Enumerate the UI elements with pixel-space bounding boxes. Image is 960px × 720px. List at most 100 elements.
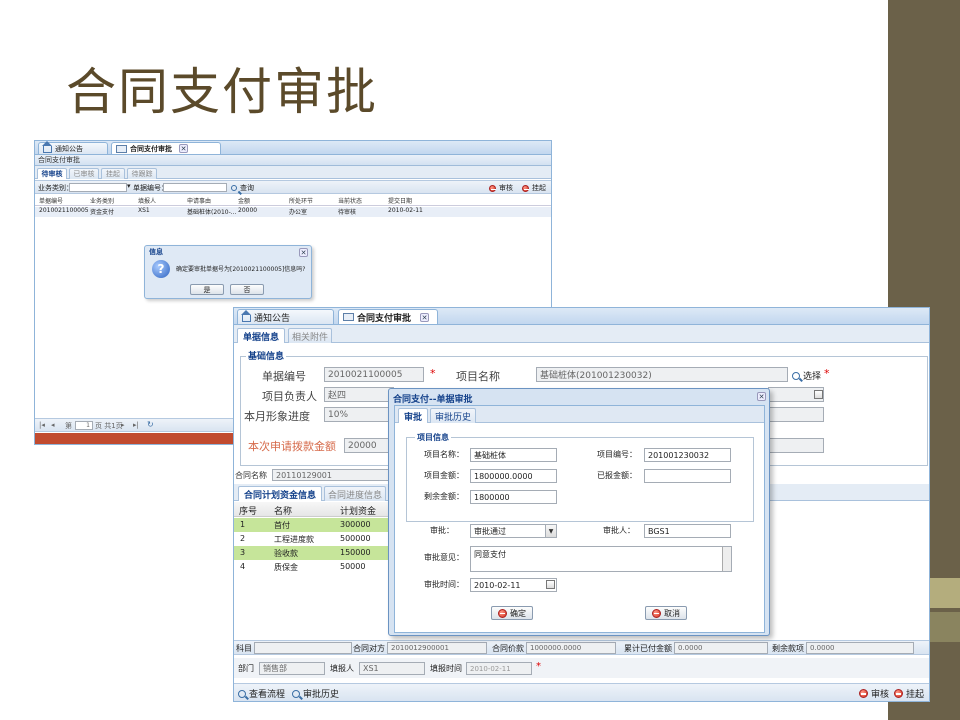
suspend-icon <box>894 689 903 698</box>
cancel-button[interactable]: 取消 <box>645 606 687 620</box>
tab-approve[interactable]: 审批 <box>398 408 428 423</box>
tab-progress-info[interactable]: 合同进度信息 <box>324 486 386 501</box>
calendar-icon[interactable] <box>814 390 823 399</box>
approve-button[interactable]: 审核 <box>489 183 513 193</box>
contract-name-field: 20110129001 <box>272 469 390 481</box>
table-row[interactable]: 1 首付 300000 <box>234 518 389 532</box>
dialog-tab-strip: 审批 审批历史 <box>395 406 764 423</box>
summary-bar: 科目 合同对方 2010012900001 合同价款 1000000.0000 … <box>234 640 929 655</box>
home-icon <box>42 141 52 153</box>
slide-title: 合同支付审批 <box>66 63 378 121</box>
approver-field: BGS1 <box>644 524 731 538</box>
tab-plan-funds[interactable]: 合同计划资金信息 <box>238 486 322 501</box>
close-icon[interactable]: ✕ <box>420 312 430 322</box>
confirm-icon <box>498 608 507 618</box>
document-icon <box>343 313 354 321</box>
extra-field <box>768 407 824 422</box>
scrollbar[interactable] <box>722 547 731 571</box>
view-flow-button[interactable]: 查看流程 <box>238 687 285 700</box>
tab-contract-approval[interactable]: 合同支付审批 ✕ <box>338 309 438 324</box>
project-name-field: 基础桩体 <box>470 448 557 462</box>
tab-tracking[interactable]: 待跟踪 <box>127 168 157 179</box>
document-icon <box>116 144 127 153</box>
approve-icon <box>489 184 496 192</box>
filter-toolbar: 业务类别： ▾ 单据编号： 查询 审核 挂起 <box>35 180 551 194</box>
dialog-body: 审批 审批历史 项目信息 项目名称： 基础桩体 项目编号： 2010012300… <box>394 405 765 633</box>
filler-field: XS1 <box>359 662 425 675</box>
table-row[interactable]: 2 工程进度款 500000 <box>234 532 389 546</box>
subtab-strip: 单据信息 相关附件 <box>234 325 929 343</box>
yes-button[interactable]: 是 <box>190 284 224 295</box>
project-no-field: 201001230032 <box>644 448 731 462</box>
suspend-icon <box>522 184 529 192</box>
progress-field: 10% <box>324 407 394 422</box>
approval-dialog: 合同支付--单据审批 ✕ 审批 审批历史 项目信息 项目名称： 基础桩体 项目编… <box>388 388 770 636</box>
window-tabbar: 通知公告 合同支付审批 ✕ <box>35 141 551 155</box>
approve-icon <box>859 689 868 698</box>
question-icon: ? <box>152 260 170 278</box>
fill-date-field: 2010-02-11 <box>466 662 532 675</box>
close-icon[interactable]: ✕ <box>757 392 766 401</box>
home-icon <box>241 309 251 322</box>
manager-field: 赵四 <box>324 387 394 402</box>
suspend-button[interactable]: 挂起 <box>522 183 546 193</box>
dept-field: 销售部 <box>259 662 325 675</box>
business-type-select[interactable] <box>69 183 127 192</box>
search-icon <box>292 689 300 698</box>
no-button[interactable]: 否 <box>230 284 264 295</box>
confirm-button[interactable]: 确定 <box>491 606 533 620</box>
tab-suspended[interactable]: 挂起 <box>101 168 125 179</box>
tab-notice[interactable]: 通知公告 <box>38 141 108 154</box>
table-row[interactable]: 4 质保金 50000 <box>234 560 389 574</box>
party-field: 2010012900001 <box>387 642 487 654</box>
cancel-icon <box>652 608 661 618</box>
table-row[interactable]: 3 验收款 150000 <box>234 546 389 560</box>
select-button[interactable]: 选择 <box>792 369 821 382</box>
calendar-icon[interactable] <box>546 580 555 589</box>
project-amount-field: 1800000.0000 <box>470 469 557 483</box>
subtab-strip: 待审核 已审核 挂起 待跟踪 <box>35 166 551 179</box>
close-icon[interactable]: ✕ <box>179 144 188 153</box>
subject-field <box>254 642 352 654</box>
project-name-field: 基础桩体(201001230032) <box>536 367 788 382</box>
panel-header: 合同支付审批 <box>35 155 551 166</box>
tab-attachments[interactable]: 相关附件 <box>288 328 332 343</box>
prev-page-icon[interactable]: ◂ <box>51 421 55 429</box>
tab-doc-info[interactable]: 单据信息 <box>237 328 285 343</box>
page-number-input[interactable]: 1 <box>75 421 93 430</box>
search-icon <box>238 689 246 698</box>
approval-time-field[interactable]: 2010-02-11 <box>470 578 557 592</box>
bottom-toolbar: 查看流程 审批历史 审核 挂起 <box>234 683 929 701</box>
tab-approval-history[interactable]: 审批历史 <box>430 408 476 423</box>
paid-field: 0.0000 <box>674 642 768 654</box>
close-icon[interactable]: ✕ <box>299 248 308 257</box>
last-page-icon[interactable]: ▸| <box>133 421 139 429</box>
search-icon <box>792 371 800 380</box>
first-page-icon[interactable]: |◂ <box>39 421 45 429</box>
grid-header: 单据编号 业务类别 填报人 申请事由 金额 所处环节 当前状态 提交日期 <box>35 196 551 206</box>
rest-field: 0.0000 <box>806 642 914 654</box>
approve-button[interactable]: 审核 <box>859 687 889 700</box>
footer-info: 部门 销售部 填报人 XS1 填报时间 2010-02-11 * <box>234 658 929 678</box>
extra-field-2 <box>768 438 824 453</box>
chevron-down-icon[interactable]: ▼ <box>545 525 556 537</box>
refresh-icon[interactable]: ↻ <box>147 420 154 429</box>
slide-decoration <box>930 612 960 642</box>
apply-amount-field: 20000 <box>344 438 394 453</box>
approval-history-button[interactable]: 审批历史 <box>292 687 339 700</box>
tab-reviewed[interactable]: 已审核 <box>69 168 99 179</box>
confirm-dialog: 信息 ✕ ? 确定要审批单据号为[2010021100005]信息吗? 是 否 <box>144 245 312 299</box>
approval-select[interactable]: 审批通过 ▼ <box>470 524 557 538</box>
tab-pending[interactable]: 待审核 <box>37 168 67 179</box>
tab-contract-approval[interactable]: 合同支付审批 ✕ <box>111 142 221 154</box>
table-row[interactable]: 2010021100005 资金支付 XS1 基础桩体(2010-... 200… <box>35 207 551 217</box>
tab-notice[interactable]: 通知公告 <box>237 309 334 324</box>
search-button[interactable]: 查询 <box>231 183 254 193</box>
suspend-button[interactable]: 挂起 <box>894 687 924 700</box>
price-field: 1000000.0000 <box>526 642 616 654</box>
opinion-textarea[interactable]: 同意支付 <box>470 546 732 572</box>
next-page-icon[interactable]: ▸ <box>121 421 125 429</box>
doc-no-field: 2010021100005 <box>324 367 424 382</box>
doc-no-input[interactable] <box>163 183 227 192</box>
remaining-amount-field: 1800000 <box>470 490 557 504</box>
